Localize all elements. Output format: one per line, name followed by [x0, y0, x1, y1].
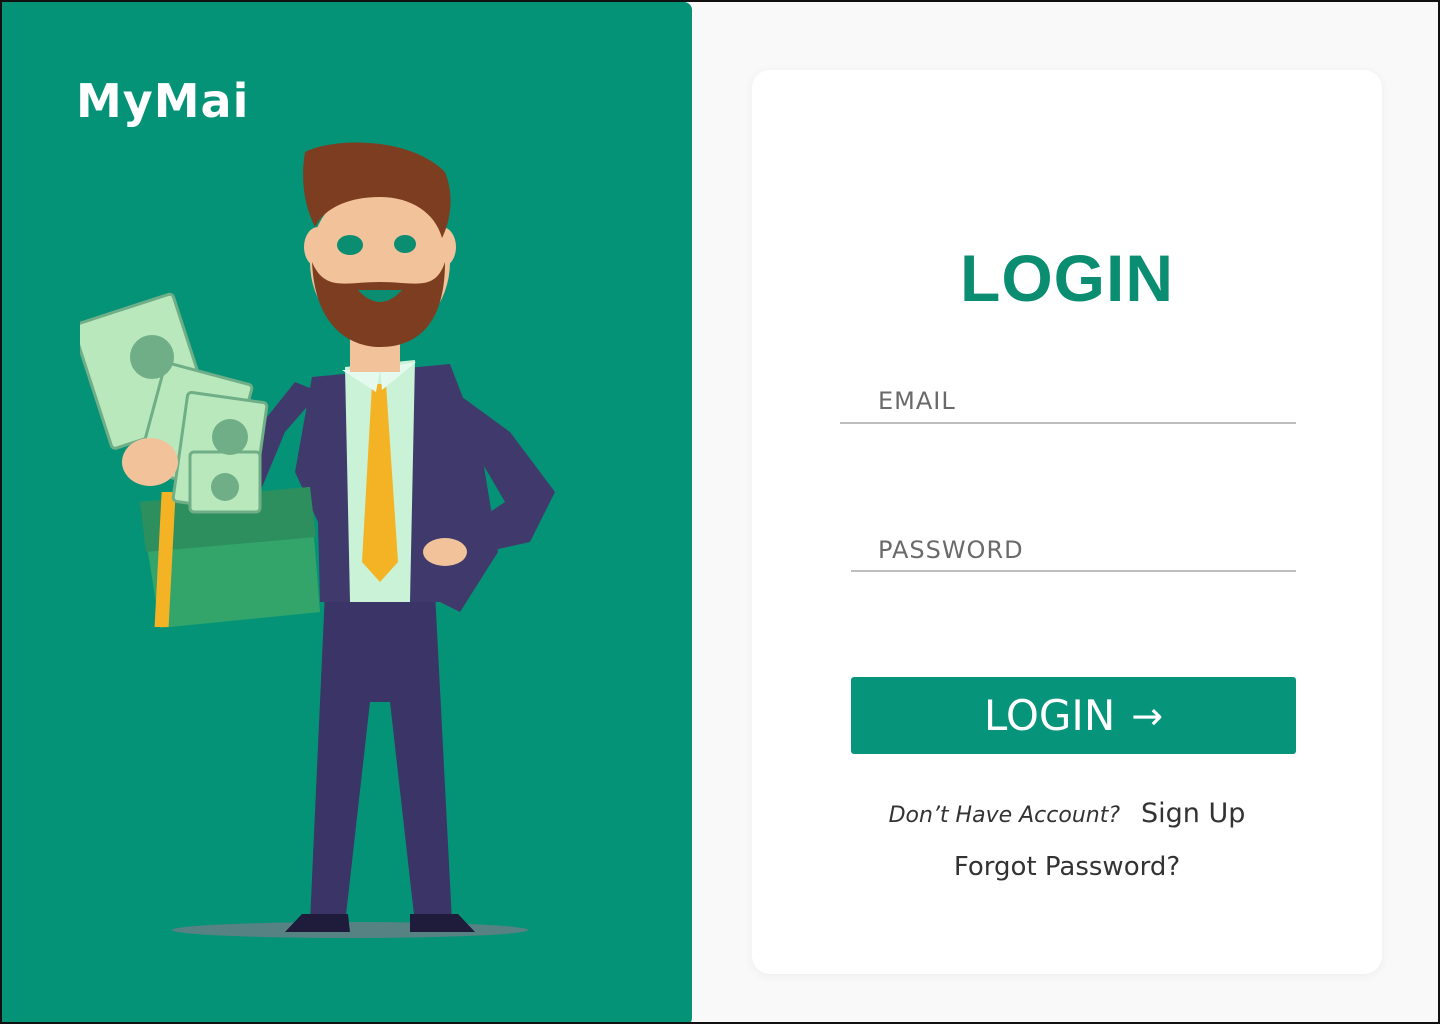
signup-row: Don’t Have Account? Sign Up [752, 798, 1382, 829]
brand-logo: MyMai [76, 74, 250, 128]
no-account-text: Don’t Have Account? [888, 803, 1121, 828]
password-field[interactable] [851, 522, 1296, 572]
signup-link[interactable]: Sign Up [1141, 798, 1245, 829]
login-button-label: LOGIN [983, 691, 1116, 740]
page-frame: MyMai LOGIN EMAIL LOGIN → Don’t Have Acc… [0, 0, 1440, 1024]
arrow-right-icon: → [1131, 693, 1164, 738]
businessman-illustration [80, 142, 555, 938]
email-field[interactable] [840, 372, 1296, 424]
login-button[interactable]: LOGIN → [851, 677, 1296, 754]
login-title: LOGIN [960, 241, 1174, 315]
email-input[interactable] [840, 372, 1296, 422]
hero-panel: MyMai [2, 2, 692, 1022]
forgot-password-link[interactable]: Forgot Password? [752, 852, 1382, 882]
password-input[interactable] [851, 522, 1296, 570]
